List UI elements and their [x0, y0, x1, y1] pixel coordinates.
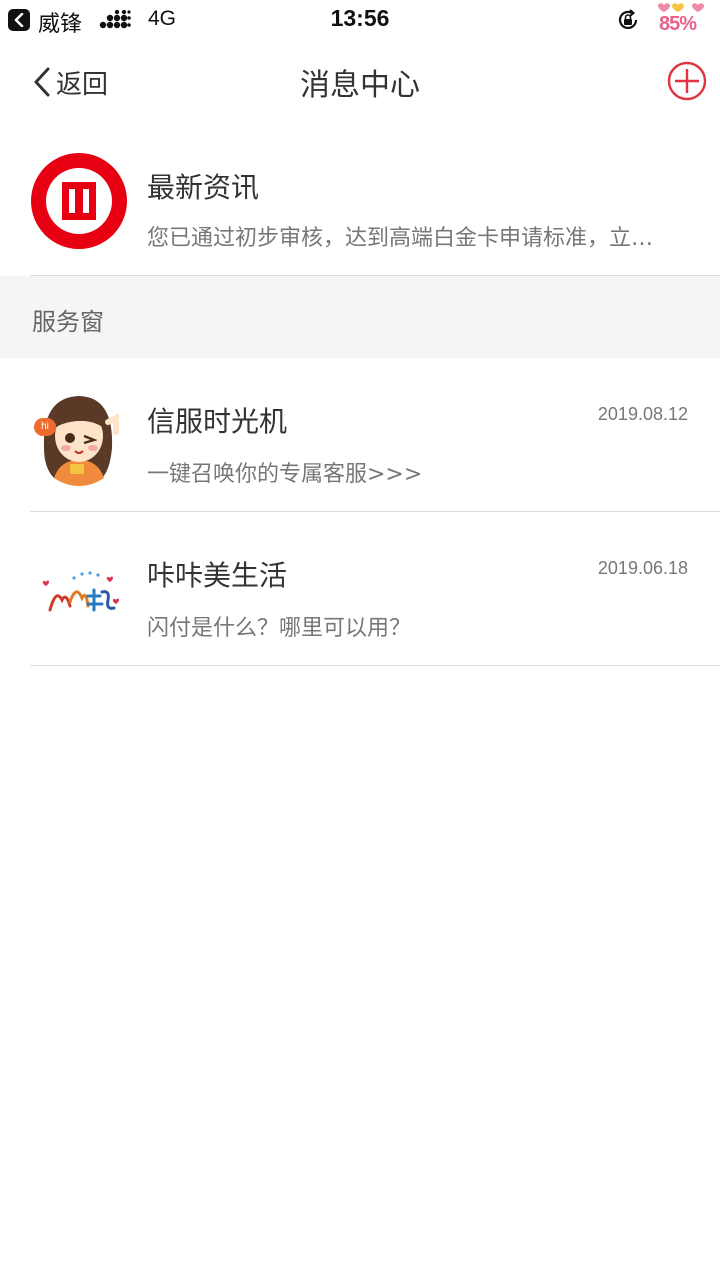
page-title: 消息中心 — [300, 68, 420, 103]
battery-level: 85% — [659, 13, 697, 35]
news-message-row[interactable]: 最新资讯 您已通过初步审核，达到高端白金卡申请标准，立… — [0, 124, 720, 276]
news-title: 最新资讯 — [147, 171, 260, 204]
service-title: 信服时光机 — [147, 405, 288, 438]
divider — [30, 665, 720, 666]
news-preview: 您已通过初步审核，达到高端白金卡申请标准，立… — [147, 226, 654, 251]
service-date: 2019.08.12 — [597, 404, 688, 424]
cartoon-girl-avatar — [30, 388, 128, 486]
service-row[interactable]: hi 信服时光机 一键召唤你的专属客服>>> 2019.08.12 — [0, 358, 720, 512]
hi-badge: hi — [34, 418, 56, 436]
service-row[interactable]: 咔咔美生活 闪付是什么？哪里可以用？ 2019.06.18 — [0, 512, 720, 666]
hi-badge-text: hi — [41, 421, 49, 432]
service-preview: 闪付是什么？哪里可以用？ — [147, 616, 412, 641]
status-bar: 威锋 4G 13:56 85% — [0, 0, 720, 40]
rotation-lock-icon — [618, 9, 638, 29]
nav-bar: 返回 消息中心 — [0, 40, 720, 124]
service-date: 2019.06.18 — [597, 558, 688, 578]
citic-logo — [31, 153, 127, 249]
service-preview: 一键召唤你的专属客服>>> — [147, 462, 423, 487]
section-header: 服务窗 — [0, 276, 720, 358]
status-time: 13:56 — [330, 5, 390, 31]
add-button[interactable] — [666, 60, 708, 102]
kaka-logo — [30, 540, 128, 638]
section-label: 服务窗 — [32, 308, 104, 336]
service-title: 咔咔美生活 — [147, 559, 288, 592]
